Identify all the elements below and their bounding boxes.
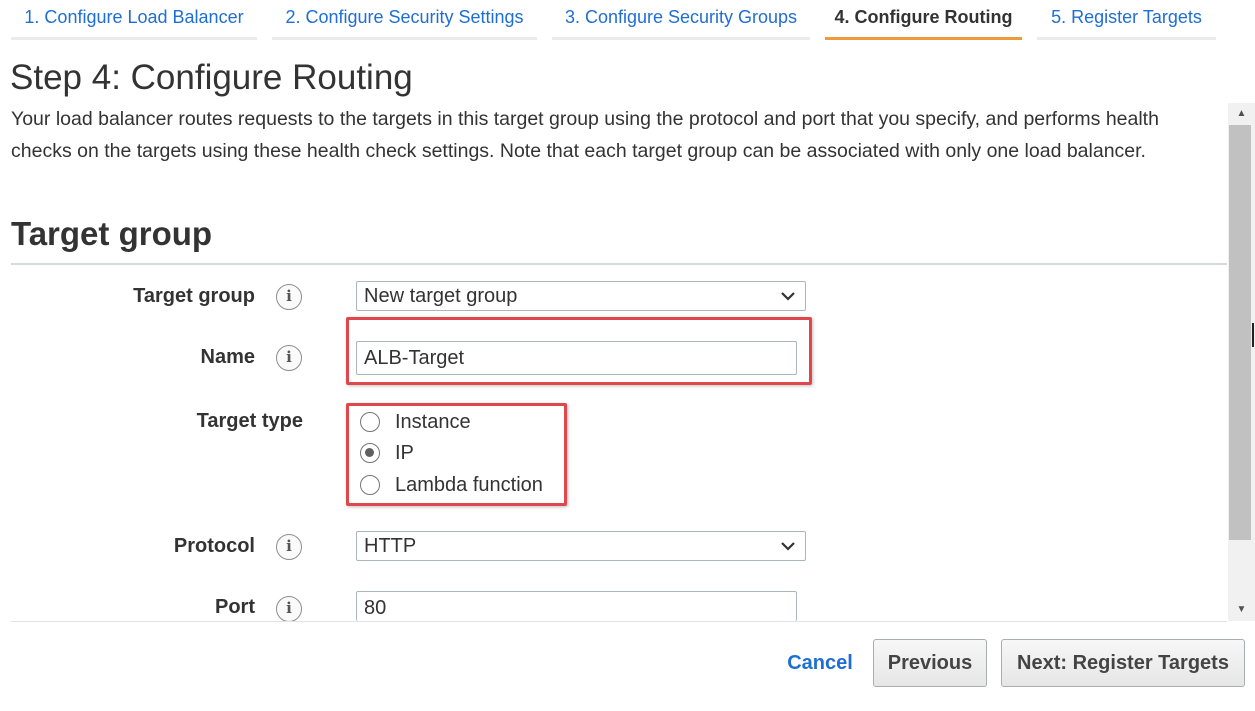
page-description: Your load balancer routes requests to th… [11,108,1159,162]
name-label: Name [200,346,255,368]
port-label: Port [215,596,255,618]
tab-configure-security-groups[interactable]: 3. Configure Security Groups [552,0,810,40]
target-type-option-ip[interactable]: IP [360,439,560,469]
protocol-info-icon[interactable]: i [276,534,302,560]
radio-instance[interactable] [360,412,380,432]
tab-configure-security-settings[interactable]: 2. Configure Security Settings [272,0,537,40]
port-input[interactable]: 80 [356,591,797,621]
target-type-option-lambda[interactable]: Lambda function [360,471,560,501]
protocol-label: Protocol [173,535,255,557]
chevron-down-icon [781,292,795,301]
name-info-icon[interactable]: i [276,345,302,371]
name-input[interactable]: ALB-Target [356,341,797,375]
next-register-targets-button[interactable]: Next: Register Targets [1001,639,1245,687]
scroll-up-arrow-icon[interactable]: ▲ [1228,103,1255,125]
tab-configure-routing[interactable]: 4. Configure Routing [825,0,1022,40]
target-type-label: Target type [196,410,303,432]
target-group-select[interactable]: New target group [356,281,806,311]
protocol-select-value: HTTP [364,535,417,557]
wizard-steps: 1. Configure Load Balancer 2. Configure … [0,0,1255,40]
target-group-info-icon[interactable]: i [276,284,302,310]
previous-button[interactable]: Previous [873,639,987,687]
scrollbar-thumb[interactable] [1229,125,1251,540]
text-cursor-icon [1252,323,1254,347]
tab-register-targets[interactable]: 5. Register Targets [1037,0,1216,40]
page-title: Step 4: Configure Routing [10,58,413,97]
tab-configure-load-balancer[interactable]: 1. Configure Load Balancer [11,0,257,40]
radio-lambda-function-label: Lambda function [395,474,543,496]
section-title-target-group: Target group [11,215,213,252]
port-info-icon[interactable]: i [276,596,302,622]
protocol-select[interactable]: HTTP [356,531,806,561]
target-group-label: Target group [133,285,255,307]
configure-routing-page: 1. Configure Load Balancer 2. Configure … [0,0,1255,711]
vertical-scrollbar[interactable]: ▲ ▼ [1228,103,1255,621]
radio-lambda-function[interactable] [360,475,380,495]
section-divider [11,263,1227,265]
radio-instance-label: Instance [395,411,471,433]
radio-ip-label: IP [395,442,414,464]
footer-divider [11,621,1227,622]
cancel-button[interactable]: Cancel [780,648,860,678]
radio-ip[interactable] [360,443,380,463]
target-group-select-value: New target group [364,285,518,307]
target-type-option-instance[interactable]: Instance [360,408,560,438]
scroll-down-arrow-icon[interactable]: ▼ [1228,599,1255,621]
chevron-down-icon [781,542,795,551]
